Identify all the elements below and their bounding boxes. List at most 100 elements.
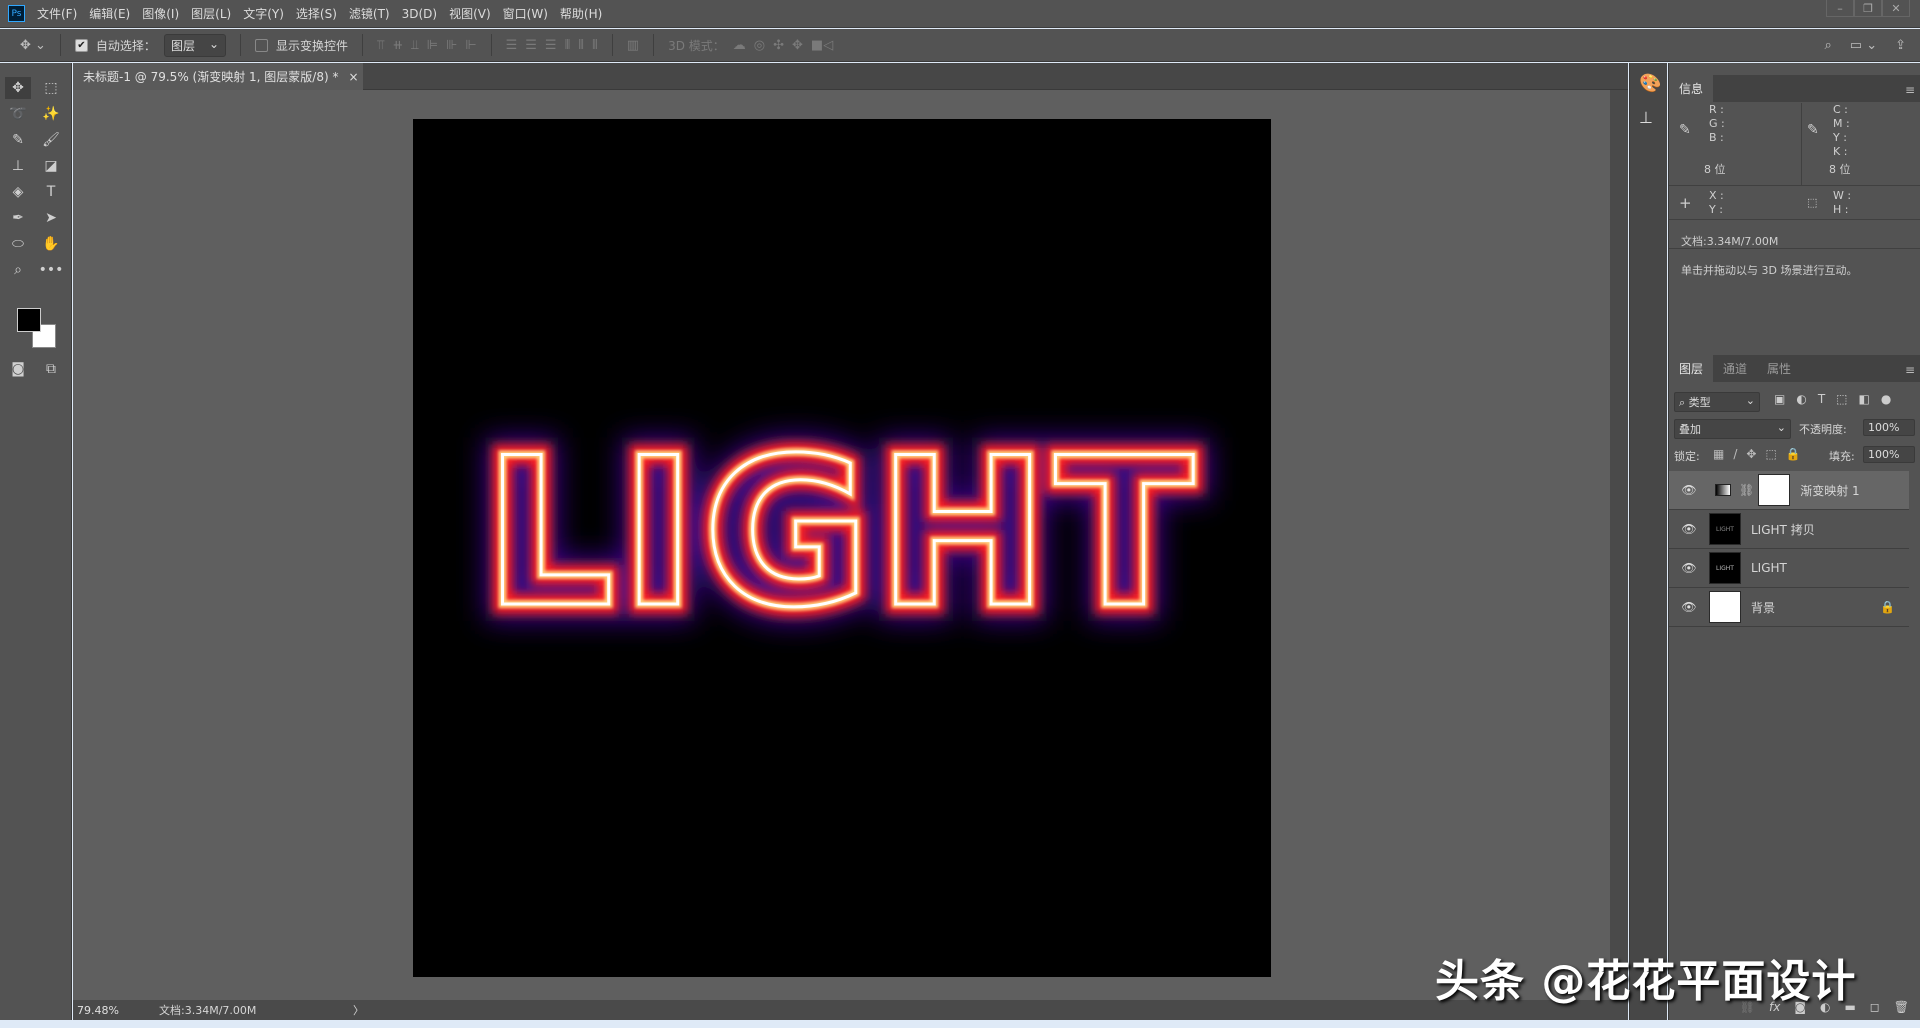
layer-row[interactable]: 👁 ⛓ 渐变映射 1 xyxy=(1669,471,1909,510)
visibility-eye-icon[interactable]: 👁 xyxy=(1669,522,1709,536)
stamp-tool-icon[interactable]: ⊥ xyxy=(5,155,31,177)
menu-filter[interactable]: 滤镜(T) xyxy=(349,5,390,22)
menu-window[interactable]: 窗口(W) xyxy=(503,5,548,22)
hand-tool-icon[interactable]: ✋ xyxy=(38,233,64,255)
visibility-eye-icon[interactable]: 👁 xyxy=(1669,483,1709,497)
status-arrow-icon[interactable]: 〉 xyxy=(353,1002,364,1018)
align-bottom-icon[interactable]: ⫫ xyxy=(411,38,418,53)
3d-orbit-icon[interactable]: ☁ xyxy=(733,38,746,53)
lock-all-icon[interactable]: 🔒 xyxy=(1786,447,1801,461)
pen-tool-icon[interactable]: ✒ xyxy=(5,207,31,229)
align-vcenter-icon[interactable]: ⧺ xyxy=(392,38,403,53)
close-window-button[interactable]: ✕ xyxy=(1882,0,1910,17)
workspace-icon[interactable]: ▭ ⌄ xyxy=(1850,38,1877,53)
eraser-tool-icon[interactable]: ◪ xyxy=(38,155,64,177)
menu-view[interactable]: 视图(V) xyxy=(449,5,491,22)
3d-pan-icon[interactable]: ✣ xyxy=(773,38,784,53)
link-icon[interactable]: ⛓ xyxy=(1739,483,1754,497)
fill-input[interactable]: 100% xyxy=(1863,446,1915,463)
panel-menu-icon[interactable]: ≡ xyxy=(1905,83,1915,97)
lock-position-icon[interactable]: ✥ xyxy=(1746,447,1756,461)
eyedropper-tool-icon[interactable]: ✎ xyxy=(5,129,31,151)
lock-pixels-icon[interactable]: / xyxy=(1733,447,1737,461)
opacity-input[interactable]: 100% xyxy=(1863,419,1915,436)
move-tool-icon[interactable]: ✥ xyxy=(5,77,31,99)
document-canvas[interactable]: LIGHT LIGHT LIGHT LIGHT xyxy=(413,119,1271,977)
layer-filter-dropdown[interactable]: ⌕ 类型 ⌄ xyxy=(1674,392,1760,412)
auto-select-dropdown[interactable]: 图层 ⌄ xyxy=(163,33,227,57)
tab-channels[interactable]: 通道 xyxy=(1713,355,1757,382)
clone-source-icon[interactable]: ⊥ xyxy=(1639,108,1653,127)
menu-layer[interactable]: 图层(L) xyxy=(191,5,231,22)
menu-image[interactable]: 图像(I) xyxy=(142,5,179,22)
distribute-vcenter-icon[interactable]: ☰ xyxy=(525,38,537,53)
foreground-color-swatch[interactable] xyxy=(17,308,41,332)
layer-row[interactable]: 👁 背景 🔒 xyxy=(1669,588,1909,627)
lock-transparency-icon[interactable]: ▦ xyxy=(1713,447,1724,461)
visibility-eye-icon[interactable]: 👁 xyxy=(1669,600,1709,614)
panel-menu-icon[interactable]: ≡ xyxy=(1905,363,1915,377)
search-icon[interactable]: ⌕ xyxy=(1825,38,1832,53)
distribute-top-icon[interactable]: ☰ xyxy=(506,38,518,53)
layer-row[interactable]: 👁 LIGHT LIGHT xyxy=(1669,549,1909,588)
share-icon[interactable]: ⇪ xyxy=(1895,38,1906,53)
zoom-level[interactable]: 79.48% xyxy=(73,1004,143,1017)
distribute-hcenter-icon[interactable]: ⦀ xyxy=(578,38,584,53)
distribute-left-icon[interactable]: ⦀ xyxy=(565,38,571,53)
show-transform-checkbox[interactable] xyxy=(255,38,269,52)
distribute-bottom-icon[interactable]: ☰ xyxy=(545,38,557,53)
marquee-tool-icon[interactable]: ⬚ xyxy=(38,77,64,99)
menu-help[interactable]: 帮助(H) xyxy=(560,5,602,22)
tab-layers[interactable]: 图层 xyxy=(1669,355,1714,382)
tab-info[interactable]: 信息 xyxy=(1669,75,1714,102)
auto-align-icon[interactable]: ▥ xyxy=(627,38,639,53)
brush-tool-icon[interactable]: 🖌 xyxy=(38,129,64,151)
filter-toggle-icon[interactable]: ● xyxy=(1881,392,1891,406)
document-tab[interactable]: 未标题-1 @ 79.5% (渐变映射 1, 图层蒙版/8) * × xyxy=(73,63,363,90)
zoom-tool-icon[interactable]: ⌕ xyxy=(5,259,31,281)
adjustment-filter-icon[interactable]: ◐ xyxy=(1796,392,1806,406)
close-tab-icon[interactable]: × xyxy=(348,70,358,84)
type-tool-icon[interactable]: T xyxy=(38,181,64,203)
paint-bucket-icon[interactable]: ◈ xyxy=(5,181,31,203)
vertical-scrollbar[interactable] xyxy=(1610,90,1628,1000)
ellipse-tool-icon[interactable]: ⬭ xyxy=(5,233,31,255)
move-tool-icon[interactable]: ✥ ⌄ xyxy=(20,38,46,53)
pixel-filter-icon[interactable]: ▣ xyxy=(1774,392,1785,406)
tab-properties[interactable]: 属性 xyxy=(1757,355,1801,382)
layer-row[interactable]: 👁 LIGHT LIGHT 拷贝 xyxy=(1669,510,1909,549)
layer-mask-thumbnail[interactable] xyxy=(1758,474,1791,506)
path-select-icon[interactable]: ➤ xyxy=(38,207,64,229)
restore-button[interactable]: ❐ xyxy=(1854,0,1882,17)
menu-edit[interactable]: 编辑(E) xyxy=(89,5,130,22)
lock-artboard-icon[interactable]: ⬚ xyxy=(1765,447,1776,461)
screen-mode-icon[interactable]: ⧉ xyxy=(38,358,64,380)
quick-mask-icon[interactable]: ◙ xyxy=(5,358,31,380)
more-tools-icon[interactable]: ••• xyxy=(38,259,64,281)
lasso-tool-icon[interactable]: ➰ xyxy=(5,103,31,125)
lock-icon[interactable]: 🔒 xyxy=(1880,600,1895,614)
align-right-icon[interactable]: ⊩ xyxy=(465,38,476,53)
align-left-icon[interactable]: ⊫ xyxy=(427,38,438,53)
smart-object-filter-icon[interactable]: ◧ xyxy=(1859,392,1870,406)
align-top-icon[interactable]: ⫪ xyxy=(377,38,384,53)
shape-filter-icon[interactable]: ⬚ xyxy=(1836,392,1847,406)
auto-select-checkbox[interactable]: ✔ xyxy=(74,38,88,52)
distribute-right-icon[interactable]: ⦀ xyxy=(592,38,598,53)
palette-icon[interactable]: 🎨 xyxy=(1639,73,1661,94)
align-hcenter-icon[interactable]: ⊪ xyxy=(446,38,457,53)
minimize-button[interactable]: – xyxy=(1826,0,1854,17)
3d-slide-icon[interactable]: ✥ xyxy=(792,38,803,53)
blend-mode-dropdown[interactable]: 叠加 ⌄ xyxy=(1674,419,1791,439)
menu-select[interactable]: 选择(S) xyxy=(296,5,337,22)
delete-layer-icon[interactable]: 🗑 xyxy=(1894,1000,1909,1020)
visibility-eye-icon[interactable]: 👁 xyxy=(1669,561,1709,575)
menu-3d[interactable]: 3D(D) xyxy=(402,7,437,21)
type-filter-icon[interactable]: T xyxy=(1818,392,1825,406)
3d-roll-icon[interactable]: ◎ xyxy=(754,38,765,53)
3d-scale-icon[interactable]: ■◁ xyxy=(811,38,833,53)
menu-file[interactable]: 文件(F) xyxy=(37,5,77,22)
menu-type[interactable]: 文字(Y) xyxy=(243,5,284,22)
new-layer-icon[interactable]: ◻ xyxy=(1870,1000,1880,1020)
magic-wand-icon[interactable]: ✨ xyxy=(38,103,64,125)
